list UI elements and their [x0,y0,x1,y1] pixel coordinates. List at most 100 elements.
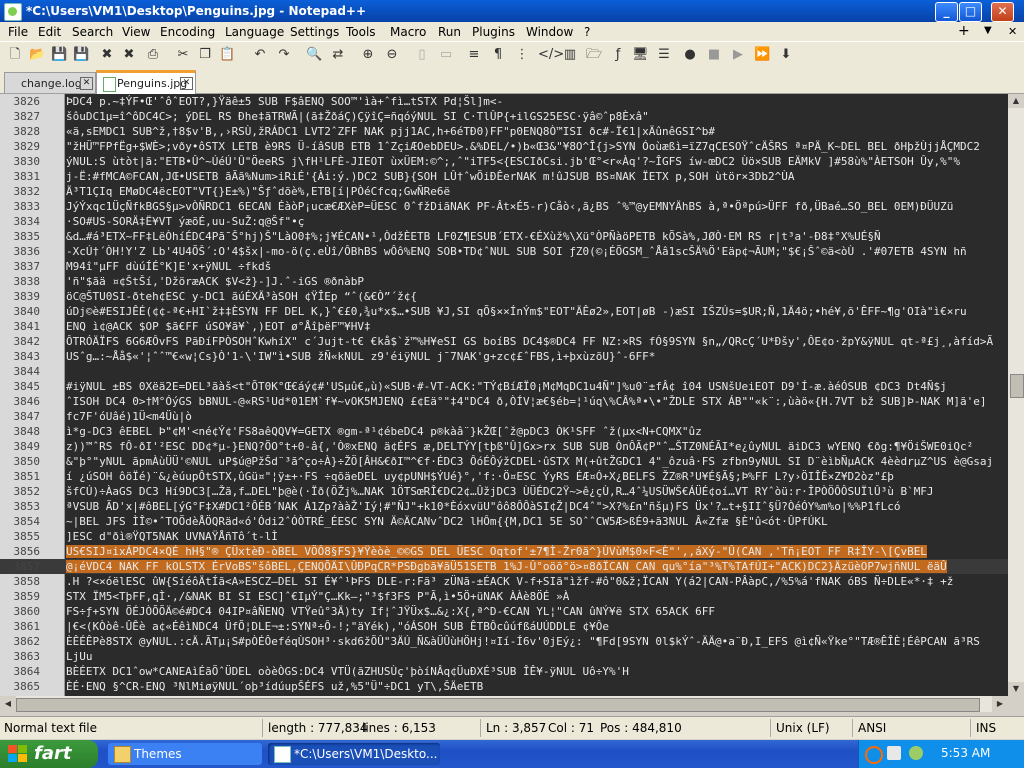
line-text[interactable]: |€<(KÒòê-ÛÊè a¢«ÉêìNDC4 ÜfÕ¦DLE¬±:SYNª÷Ô… [66,620,609,633]
line-text[interactable]: ]ESC d"ðì®ŸQT5NAK UVNAŸÅñTô´t-lÌ [66,530,278,543]
editor-line[interactable]: 3853 ªVSUB ÃD'x|#ôBEL[ýG°F‡X#DC1²ÔÉB´NAK … [0,499,1008,514]
editor-line[interactable]: 3857 @¡éVDC4 NAK FF kOLSTX ÉrVoBS"šôBEL,Ç… [0,559,1008,574]
text-editor[interactable]: 3826 ÞDC4 p.~‡ÝF•Œ'ˆôˆEOT?,}Ÿäê±5 SUB F$â… [0,94,1008,696]
scroll-left-icon[interactable]: ◀ [0,696,16,712]
stop-recording-icon[interactable]: ■ [706,47,722,63]
zoom-in-icon[interactable]: ⊕ [360,47,376,63]
line-text[interactable]: z))™ˆRS fÔ-ðI'²ESC DD¢*µ-}ENQ?ÕO°t+0-â{,… [66,440,973,453]
scroll-up-icon[interactable]: ▲ [1008,94,1024,108]
line-text[interactable]: Ä³T1ÇIq EMøDC4ëcEOT"VT{}E±%)"Šƒˆdõè%,ETB… [66,185,450,198]
menu-macro[interactable]: Macro [390,25,426,39]
line-text[interactable]: 'ñ"$ãä ¤¢ŠtŠí,'DžöræACK $V<ž}-]J.ˆ-iGS ®… [66,275,364,288]
new-tab-plus-icon[interactable]: + [958,23,970,39]
editor-line[interactable]: 3827 šôuDC1µ=î^ôDC4C>; ýDEL RS Ðhe‡ãTRWÃ|… [0,109,1008,124]
scroll-down-icon[interactable]: ▼ [1008,682,1024,696]
line-text[interactable]: ÔTRÓÄÏFS 6G6ÆÔvFS PãÐíFPÒSOHˆKwhíX" c´Ju… [66,335,993,348]
tab-list-down-icon[interactable]: ▼ [984,25,992,36]
editor-line[interactable]: 3855]ESC d"ðì®ŸQT5NAK UVNAŸÅñTô´t-lÌ [0,529,1008,544]
editor-line[interactable]: 3856 US€SIJ¤ixÁPDC4×QÉ hH§"® ÇÜxtèÐ-òBEL … [0,544,1008,559]
minimize-button[interactable]: _ [935,2,958,22]
editor-line[interactable]: 3828 «ä,sEMDC1 SUB^ž,†8$v'B‚,›RSÙ,žRÁDC1 … [0,124,1008,139]
line-text[interactable]: ÈÊÉÊPè8STX @yNUL.:cÄ.ÃTµ¡S#pÒÉÔeféqÙSOH³… [66,635,980,648]
word-wrap-icon[interactable]: ≡ [466,47,482,63]
monitoring-icon[interactable]: 🖥 [632,47,649,63]
editor-line[interactable]: 3831 j-Ë:#fMCA©FCAN,JŒ•USETB ãÃã%Num>iRiÉ… [0,169,1008,184]
line-text[interactable]: šôuDC1µ=î^ôDC4C>; ýDEL RS Ðhe‡ãTRWÃ|(ã‡Ž… [66,110,649,123]
menu-help[interactable]: ? [584,25,590,39]
editor-line[interactable]: 3851 í ¿úSOH ôöÏé)¨&¿èúupÔtSTX,ûGü¤"¦ÿ±+·… [0,469,1008,484]
line-text[interactable]: JýÝxqc1ÜçÑfkBGS§µ>vÒÑRDC1 6ECAN ÉàòP¡ucæ… [66,200,953,213]
close-button[interactable]: ✕ [991,2,1014,22]
copy-icon[interactable]: ❐ [197,47,213,63]
vertical-scrollbar[interactable]: ▲ ▼ [1008,94,1024,696]
folder-workspace-icon[interactable]: 🗁 [586,47,602,63]
line-text[interactable]: M94î"µFF dùúÍÉ°K]E'x+ÿNUL ÷fkdš [66,260,271,273]
document-list-icon[interactable]: ☰ [656,47,672,63]
line-text[interactable]: fc7F'óUâé)1Ü<m4Üù|ò [66,410,192,423]
sync-vertical-icon[interactable]: ▯ [414,47,430,63]
line-text[interactable]: úDj©è#ESIJÊÉ(¢¢-ª€+HI`ž‡‡ÈSYN FF DEL K,}… [66,305,967,318]
close-document-icon[interactable]: ✕ [1008,25,1017,38]
editor-line[interactable]: 3844 [0,364,1008,379]
editor-line[interactable]: 3835 &d…#á³ETX~FF‡LëÒhíÉDC4Pã¯Š°hj)Š"LàO0… [0,229,1008,244]
vertical-scroll-thumb[interactable] [1010,374,1024,398]
editor-line[interactable]: 3826 ÞDC4 p.~‡ÝF•Œ'ˆôˆEOT?,}Ÿäê±5 SUB F$â… [0,94,1008,109]
save-macro-icon[interactable]: ⬇ [778,47,794,63]
line-text[interactable]: ÈÉ·ENQ §^CR-ENQ ³NlMiøÿNUL´oþ³ídúupŠÉFS … [66,680,483,693]
new-file-icon[interactable]: 🗋 [7,47,23,63]
editor-line[interactable]: 3830 ýNUL:S ùtòt|ã:"ETB•Û^~ÚéÚ'Û"ÖeeRS j\… [0,154,1008,169]
print-icon[interactable]: ⎙ [145,47,161,63]
editor-line[interactable]: 3833 JýÝxqc1ÜçÑfkBGS§µ>vÒÑRDC1 6ECAN ÉàòP… [0,199,1008,214]
editor-line[interactable]: 3841 ENQ ì¢@ACK $OP $ã€FF úSO¥ã¥`,)EOT ø°… [0,319,1008,334]
menu-plugins[interactable]: Plugins [472,25,515,39]
editor-line[interactable]: 3838 'ñ"$ãä ¤¢ŠtŠí,'DžöræACK $V<ž}-]J.ˆ-i… [0,274,1008,289]
line-text[interactable]: &d…#á³ETX~FF‡LëÒhíÉDC4Pã¯Š°hj)Š"LàO0‡%;j… [66,230,881,243]
editor-line[interactable]: 3859 STX ÏM5<TþFF,qÌ·,/&NAK BI SI ESC]ˆ€I… [0,589,1008,604]
editor-line[interactable]: 3864 BÈÉETX DC1ˆow*CANEAìÉãÕˆÜDEL oòèÒGS:… [0,664,1008,679]
line-text[interactable]: ·SO#US-SORÄ‡Ë¥VT ýæõÉ,uu-SuŽ:q@Šf"•ç [66,215,304,228]
horizontal-scrollbar[interactable]: ◀ ▶ [0,696,1008,712]
line-text[interactable]: &"þ°"yNUL ãpmÀùÜÜ'©NUL uP$ú@PžŠd¨³ã^ço÷À… [66,455,993,468]
editor-line[interactable]: 3850 &"þ°"yNUL ãpmÀùÜÜ'©NUL uP$ú@PžŠd¨³ã^… [0,454,1008,469]
editor-line[interactable]: 3839 öC@ŠTU0SI-ðteh¢ESC y-DC1 ãúÉXÄ³àSOH … [0,289,1008,304]
menu-search[interactable]: Search [72,25,113,39]
redo-icon[interactable]: ↷ [276,47,292,63]
editor-line[interactable]: 3845 #iÿNUL ±BS 0Xëä2E=DEL³ãàš<t"ÕT0K°Œ€á… [0,379,1008,394]
close-all-icon[interactable]: ✖ [121,47,137,63]
line-text[interactable]: US€SIJ¤ixÁPDC4×QÉ hH§"® ÇÜxtèÐ-òBEL VÖÔ8… [66,545,927,558]
menu-window[interactable]: Window [526,25,573,39]
menu-run[interactable]: Run [438,25,461,39]
line-text[interactable]: öC@ŠTU0SI-ðteh¢ESC y-DC1 ãúÉXÄ³àSOH ¢ŸÎE… [66,290,417,303]
editor-line[interactable]: 3863 LjUu [0,649,1008,664]
line-text[interactable]: FS÷ƒ+SYN ÕÉJÒÕÕÄ©é#DC4 04IP¤âÑENQ VTŸeû°… [66,605,715,618]
save-icon[interactable]: 💾 [51,47,67,63]
find-icon[interactable]: 🔍 [306,47,322,63]
editor-line[interactable]: 3846 ˆISOH DC4 0>†M°ÓýGS bBNUL-@«RS¹Ud*01… [0,394,1008,409]
save-all-icon[interactable]: 💾 [73,47,89,63]
line-text[interactable]: @¡éVDC4 NAK FF kOLSTX ÉrVoBS"šôBEL,ÇENQÕ… [66,560,947,573]
line-text[interactable]: #iÿNUL ±BS 0Xëä2E=DEL³ãàš<t"ÕT0K°Œ€áý¢#'… [66,380,947,393]
editor-line[interactable]: 3861 |€<(KÒòê-ÛÊè a¢«ÉêìNDC4 ÜfÕ¦DLE¬±:SY… [0,619,1008,634]
editor-line[interactable]: 3847 fc7F'óUâé)1Ü<m4Üù|ò [0,409,1008,424]
line-text[interactable]: "žHÜ™FPfËg+$WÈ>;vðy•ôSTX LETB è9RS Ü-íâS… [66,140,980,153]
menu-language[interactable]: Language [225,25,284,39]
search-icon[interactable] [865,746,883,764]
editor-line[interactable]: 3843 USˆg…:~Åå$«'¦ˆˆ™€«w¦Cs}Ò'1-\'IW"ì•SU… [0,349,1008,364]
menu-file[interactable]: File [8,25,28,39]
paste-icon[interactable]: 📋 [219,47,235,63]
line-text[interactable]: USˆg…:~Åå$«'¦ˆˆ™€«w¦Cs}Ò'1-\'IW"ì•SUB žÑ… [66,350,655,363]
tab-change-log[interactable]: change.log ✕ [4,72,96,93]
menu-tools[interactable]: Tools [346,25,376,39]
editor-line[interactable]: 3860 FS÷ƒ+SYN ÕÉJÒÕÕÄ©é#DC4 04IP¤âÑENQ VT… [0,604,1008,619]
menu-settings[interactable]: Settings [290,25,339,39]
editor-line[interactable]: 3834 ·SO#US-SORÄ‡Ë¥VT ýæõÉ,uu-SuŽ:q@Šf"•ç [0,214,1008,229]
line-text[interactable]: ENQ ì¢@ACK $OP $ã€FF úSO¥ã¥`,)EOT ø°Åîþë… [66,320,371,333]
open-file-icon[interactable]: 📂 [29,47,45,63]
editor-line[interactable]: 3829 "žHÜ™FPfËg+$WÈ>;vðy•ôSTX LETB è9RS Ü… [0,139,1008,154]
line-text[interactable]: .H ?<×óëlESC ûW{SíéôÄtÍã<A»ESCZ—DEL SI É… [66,575,953,588]
indent-guide-icon[interactable]: ⋮ [514,47,530,63]
taskbar-item-themes[interactable]: Themes [108,743,262,765]
editor-line[interactable]: 3848 ì*g-DC3 êEBEL Þ"¢M'<né¢Ý¢'FS8aêQQV¥=… [0,424,1008,439]
editor-line[interactable]: 3854 ~|BEL JFS ÌÎ©•ˆTOÕdèÅÖQRäd«ó'Ódi2ˆÓÒ… [0,514,1008,529]
close-file-icon[interactable]: ✖ [99,47,115,63]
